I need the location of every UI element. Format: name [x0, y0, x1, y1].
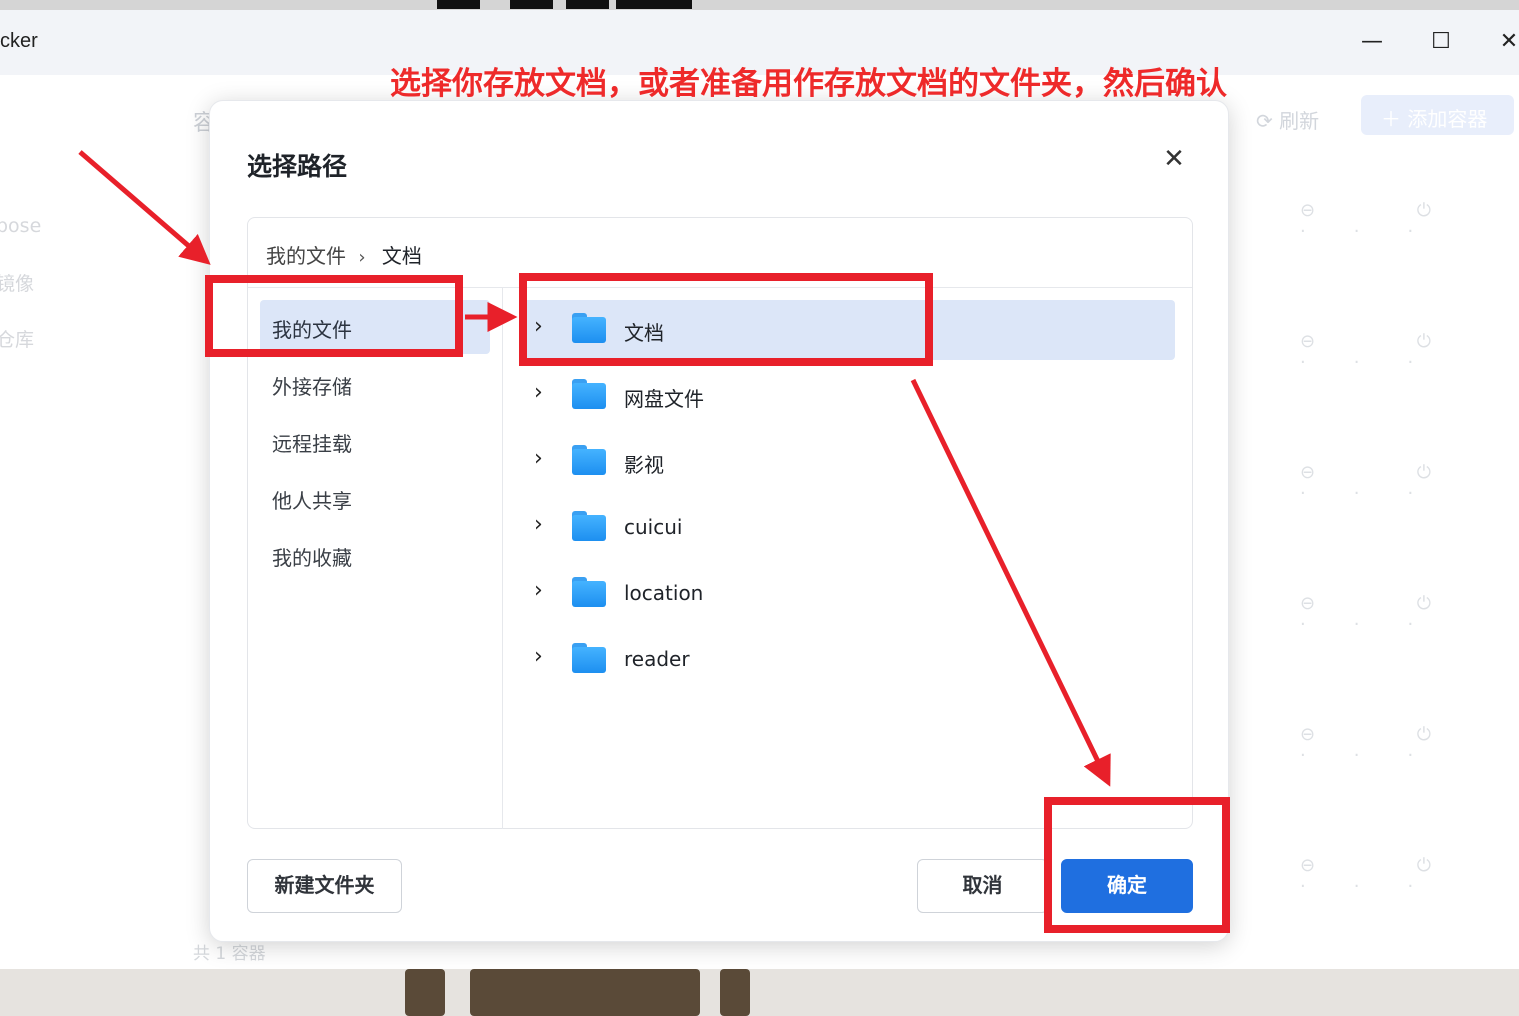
sidebar-item-label: 外接存储 — [272, 375, 352, 399]
desktop-top-strip — [0, 0, 1519, 10]
bg-sidebar-item: 镜像 — [0, 273, 35, 295]
minimize-button[interactable]: — — [1354, 26, 1390, 58]
folder-name: 网盘文件 — [624, 387, 704, 411]
folder-row[interactable]: › cuicui — [520, 498, 1175, 558]
chevron-right-icon[interactable]: › — [534, 644, 543, 669]
wallpaper-figure — [405, 969, 445, 1016]
highlight-box-my-files — [205, 275, 463, 357]
sidebar-item-external-storage[interactable]: 外接存储 — [260, 357, 490, 411]
folder-row[interactable]: › location — [520, 564, 1175, 624]
cancel-button[interactable]: 取消 — [917, 859, 1048, 913]
sidebar-item-remote-mount[interactable]: 远程挂载 — [260, 414, 490, 468]
chevron-right-icon[interactable]: › — [534, 446, 543, 471]
desktop-window-fragment — [437, 0, 480, 9]
close-window-button[interactable]: ✕ — [1491, 26, 1519, 58]
folder-icon — [572, 511, 606, 541]
bg-add-button: ＋ 添加容器 — [1361, 95, 1514, 135]
bg-row-icons: ⊖ ⏻ ··· — [1300, 200, 1480, 242]
chevron-right-icon[interactable]: › — [534, 512, 543, 537]
app-title: cker — [0, 30, 38, 52]
sidebar-item-shared-with-me[interactable]: 他人共享 — [260, 471, 490, 525]
maximize-button[interactable]: ☐ — [1423, 26, 1459, 58]
sidebar-item-label: 我的收藏 — [272, 546, 352, 570]
new-folder-button[interactable]: 新建文件夹 — [247, 859, 402, 913]
folder-row[interactable]: › 网盘文件 — [520, 366, 1175, 426]
dialog-title: 选择路径 — [247, 153, 348, 181]
bg-row-icons: ⊖ ⏻ ··· — [1300, 593, 1480, 635]
folder-list: › 文档 › 网盘文件 › 影视 › cuicui › location › r… — [504, 288, 1192, 829]
folder-icon — [572, 643, 606, 673]
folder-name: location — [624, 581, 704, 605]
desktop-window-fragment — [566, 0, 609, 9]
close-icon[interactable]: ✕ — [1160, 145, 1188, 173]
chevron-right-icon[interactable]: › — [534, 380, 543, 405]
highlight-box-confirm — [1044, 797, 1230, 933]
chevron-right-icon: › — [358, 247, 366, 268]
sidebar-item-label: 他人共享 — [272, 489, 352, 513]
location-sidebar: 我的文件 外接存储 远程挂载 他人共享 我的收藏 — [248, 288, 503, 829]
sidebar-item-label: 远程挂载 — [272, 432, 352, 456]
wallpaper-figure — [720, 969, 750, 1016]
highlight-box-documents — [519, 273, 933, 366]
bg-sidebar-item: 仓库 — [0, 329, 35, 351]
annotation-instruction: 选择你存放文档，或者准备用作存放文档的文件夹，然后确认 — [390, 66, 1227, 101]
breadcrumb-item-my-files[interactable]: 我的文件 — [266, 240, 346, 269]
breadcrumb-item-documents: 文档 — [381, 244, 422, 268]
bg-footer: 共 1 容器 — [193, 944, 266, 964]
bg-row-icons: ⊖ ⏻ ··· — [1300, 855, 1480, 897]
folder-name: reader — [624, 647, 690, 671]
folder-name: 影视 — [624, 453, 664, 477]
folder-icon — [572, 379, 606, 409]
desktop-window-fragment — [510, 0, 553, 9]
sidebar-item-favorites[interactable]: 我的收藏 — [260, 528, 490, 582]
desktop-window-fragment — [616, 0, 692, 9]
folder-row[interactable]: › reader — [520, 630, 1175, 690]
folder-row[interactable]: › 影视 — [520, 432, 1175, 492]
folder-name: cuicui — [624, 515, 683, 539]
bg-refresh-label: 刷新 — [1279, 109, 1320, 133]
bg-refresh-button: ⟳ 刷新 — [1256, 109, 1320, 133]
bg-add-label: 添加容器 — [1407, 107, 1488, 131]
bg-row-icons: ⊖ ⏻ ··· — [1300, 462, 1480, 504]
chevron-right-icon[interactable]: › — [534, 578, 543, 603]
folder-icon — [572, 445, 606, 475]
bg-row-icons: ⊖ ⏻ ··· — [1300, 331, 1480, 373]
bg-sidebar-item: pose — [0, 215, 42, 237]
bg-row-icons: ⊖ ⏻ ··· — [1300, 724, 1480, 766]
desktop-wallpaper — [0, 969, 1519, 1016]
folder-icon — [572, 577, 606, 607]
wallpaper-figure — [470, 969, 700, 1016]
